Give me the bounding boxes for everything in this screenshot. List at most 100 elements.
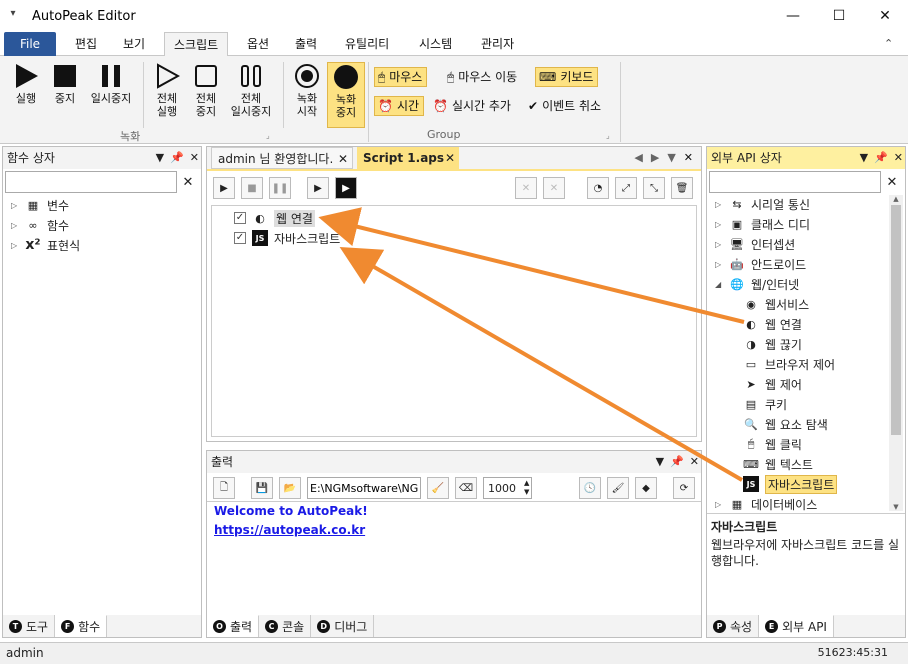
stop-all-button[interactable]: 전체 중지 bbox=[188, 62, 224, 118]
tree-item-class-dd[interactable]: ▷ ▣ 클래스 디디 bbox=[715, 214, 887, 234]
disabled-close-icon[interactable]: ✕ bbox=[543, 177, 565, 199]
collapse-icon[interactable]: ⤡ bbox=[643, 177, 665, 199]
close-icon[interactable]: ✕ bbox=[684, 151, 693, 164]
expand-icon[interactable]: ⤢ bbox=[615, 177, 637, 199]
autopeak-link[interactable]: https://autopeak.co.kr bbox=[214, 523, 365, 537]
stop-icon[interactable]: ■ bbox=[241, 177, 263, 199]
checkbox[interactable]: ✓ bbox=[234, 212, 246, 224]
fill-icon[interactable]: ◆ bbox=[635, 477, 657, 499]
tree-item-web[interactable]: ◢ 🌐 웹/인터넷 bbox=[715, 274, 887, 294]
tree-item-browser-control[interactable]: ▭ 브라우저 제어 bbox=[715, 354, 887, 374]
clear-search-icon[interactable]: ✕ bbox=[177, 171, 199, 193]
tree-item-javascript[interactable]: JS 자바스크립트 bbox=[715, 474, 887, 494]
delete-icon[interactable]: 🗑 bbox=[671, 177, 693, 199]
eraser-icon[interactable]: ⌫ bbox=[455, 477, 477, 499]
step-icon[interactable]: ▶ bbox=[307, 177, 329, 199]
record-stop-button[interactable]: 녹화 중지 bbox=[327, 62, 365, 128]
maximize-button[interactable]: ☐ bbox=[816, 0, 862, 32]
tab-script1[interactable]: Script 1.aps ✕ bbox=[357, 147, 459, 169]
pause-all-button[interactable]: 전체 일시중지 bbox=[226, 62, 276, 118]
dropdown-icon[interactable]: ▼ bbox=[156, 147, 164, 169]
tab-functions[interactable]: F 함수 bbox=[55, 615, 108, 637]
scroll-up-icon[interactable]: ▲ bbox=[889, 195, 903, 203]
disabled-close-icon[interactable]: ✕ bbox=[515, 177, 537, 199]
close-icon[interactable]: ✕ bbox=[190, 147, 199, 169]
script-line[interactable]: ✓ ◐ 웹 연결 bbox=[234, 208, 315, 228]
tree-item-interception[interactable]: ▷ 🖥 인터셉션 bbox=[715, 234, 887, 254]
expand-icon[interactable]: ▷ bbox=[715, 260, 723, 269]
scroll-down-icon[interactable]: ▼ bbox=[889, 503, 903, 511]
group-expand-icon[interactable]: ⌟ bbox=[266, 131, 270, 140]
clear-search-icon[interactable]: ✕ bbox=[881, 171, 903, 193]
dropdown-icon[interactable]: ▼ bbox=[656, 451, 664, 473]
close-icon[interactable]: ✕ bbox=[445, 147, 455, 169]
expand-icon[interactable]: ▷ bbox=[11, 241, 19, 250]
tree-item-web-text[interactable]: ⌨ 웹 텍스트 bbox=[715, 454, 887, 474]
menu-tab-edit[interactable]: 편집 bbox=[66, 32, 106, 56]
close-button[interactable]: ✕ bbox=[862, 0, 908, 32]
collapse-icon[interactable]: ◢ bbox=[715, 280, 723, 289]
tab-external-api[interactable]: E 외부 API bbox=[759, 615, 834, 637]
menu-tab-system[interactable]: 시스템 bbox=[410, 32, 461, 56]
tree-item-database[interactable]: ▷ ▦ 데이터베이스 bbox=[715, 494, 887, 512]
tree-item-webservice[interactable]: ◉ 웹서비스 bbox=[715, 294, 887, 314]
step-into-icon[interactable]: ▶ bbox=[335, 177, 357, 199]
save-icon[interactable]: 💾 bbox=[251, 477, 273, 499]
menu-file[interactable]: File bbox=[4, 32, 56, 56]
run-all-button[interactable]: 전체 실행 bbox=[149, 62, 185, 118]
tab-welcome[interactable]: admin 님 환영합니다. ✕ bbox=[211, 147, 353, 169]
folder-icon[interactable]: 📂 bbox=[279, 477, 301, 499]
brush-icon[interactable]: 🖌 bbox=[607, 477, 629, 499]
expand-icon[interactable]: ▷ bbox=[11, 221, 19, 230]
broom-icon[interactable]: 🧹 bbox=[427, 477, 449, 499]
clock-icon[interactable]: 🕓 bbox=[579, 477, 601, 499]
refresh-icon[interactable]: ⟳ bbox=[673, 477, 695, 499]
tree-item-web-connect[interactable]: ◐ 웹 연결 bbox=[715, 314, 887, 334]
tree-item-expressions[interactable]: ▷ x² 표현식 bbox=[11, 235, 80, 255]
tree-item-web-control[interactable]: ➤ 웹 제어 bbox=[715, 374, 887, 394]
tab-tools[interactable]: T 도구 bbox=[3, 615, 56, 637]
pause-button[interactable]: 일시중지 bbox=[86, 62, 136, 105]
history-icon[interactable]: ◔ bbox=[587, 177, 609, 199]
expand-icon[interactable]: ▷ bbox=[11, 201, 19, 210]
run-icon[interactable]: ▶ bbox=[213, 177, 235, 199]
dropdown-icon[interactable]: ▼ bbox=[860, 147, 868, 169]
pause-icon[interactable]: ❚❚ bbox=[269, 177, 291, 199]
close-icon[interactable]: ✕ bbox=[338, 148, 348, 170]
close-icon[interactable]: ✕ bbox=[690, 451, 699, 473]
close-icon[interactable]: ✕ bbox=[894, 147, 903, 169]
checkbox[interactable]: ✓ bbox=[234, 232, 246, 244]
tree-item-web-click[interactable]: 🖱 웹 클릭 bbox=[715, 434, 887, 454]
pin-icon[interactable]: 📌 bbox=[170, 147, 184, 169]
group-expand-icon[interactable]: ⌟ bbox=[606, 131, 610, 140]
tree-item-serial[interactable]: ▷ ⇆ 시리얼 통신 bbox=[715, 194, 887, 214]
stepper-arrows-icon[interactable]: ▲ ▼ bbox=[522, 479, 531, 497]
time-toggle[interactable]: ⏰ 시간 bbox=[374, 96, 425, 116]
tree-item-web-element-search[interactable]: 🔍 웹 요소 탐색 bbox=[715, 414, 887, 434]
record-start-button[interactable]: 녹화 시작 bbox=[290, 62, 324, 118]
keyboard-toggle[interactable]: ⌨ 키보드 bbox=[535, 67, 599, 87]
minimize-button[interactable]: — bbox=[770, 0, 816, 32]
mouse-move-toggle[interactable]: 🖱 마우스 이동 bbox=[444, 67, 521, 87]
tab-properties[interactable]: P 속성 bbox=[707, 615, 760, 637]
expand-icon[interactable]: ▷ bbox=[715, 200, 723, 209]
function-search-input[interactable] bbox=[5, 171, 177, 193]
scroll-left-icon[interactable]: ◀ bbox=[634, 151, 642, 164]
tab-console[interactable]: C 콘솔 bbox=[259, 615, 312, 637]
buffer-stepper[interactable]: 1000 ▲ ▼ bbox=[483, 477, 533, 499]
api-tree-scrollbar[interactable]: ▲ ▼ bbox=[889, 195, 903, 511]
mouse-toggle[interactable]: 🖱 마우스 bbox=[374, 67, 428, 87]
tab-debug[interactable]: D 디버그 bbox=[311, 615, 375, 637]
realtime-add-toggle[interactable]: ⏰ 실시간 추가 bbox=[430, 96, 515, 116]
output-path-input[interactable] bbox=[307, 477, 421, 499]
expand-icon[interactable]: ▷ bbox=[715, 240, 723, 249]
pin-icon[interactable]: 📌 bbox=[670, 451, 684, 473]
collapse-ribbon-icon[interactable]: ⌃ bbox=[884, 37, 893, 50]
tab-list-icon[interactable]: ▼ bbox=[667, 151, 675, 164]
menu-tab-options[interactable]: 옵션 bbox=[238, 32, 278, 56]
tree-item-functions[interactable]: ▷ ∞ 함수 bbox=[11, 215, 80, 235]
menu-tab-output[interactable]: 출력 bbox=[286, 32, 326, 56]
script-line[interactable]: ✓ JS 자바스크립트 bbox=[234, 228, 340, 248]
expand-icon[interactable]: ▷ bbox=[715, 500, 723, 509]
scroll-right-icon[interactable]: ▶ bbox=[651, 151, 659, 164]
